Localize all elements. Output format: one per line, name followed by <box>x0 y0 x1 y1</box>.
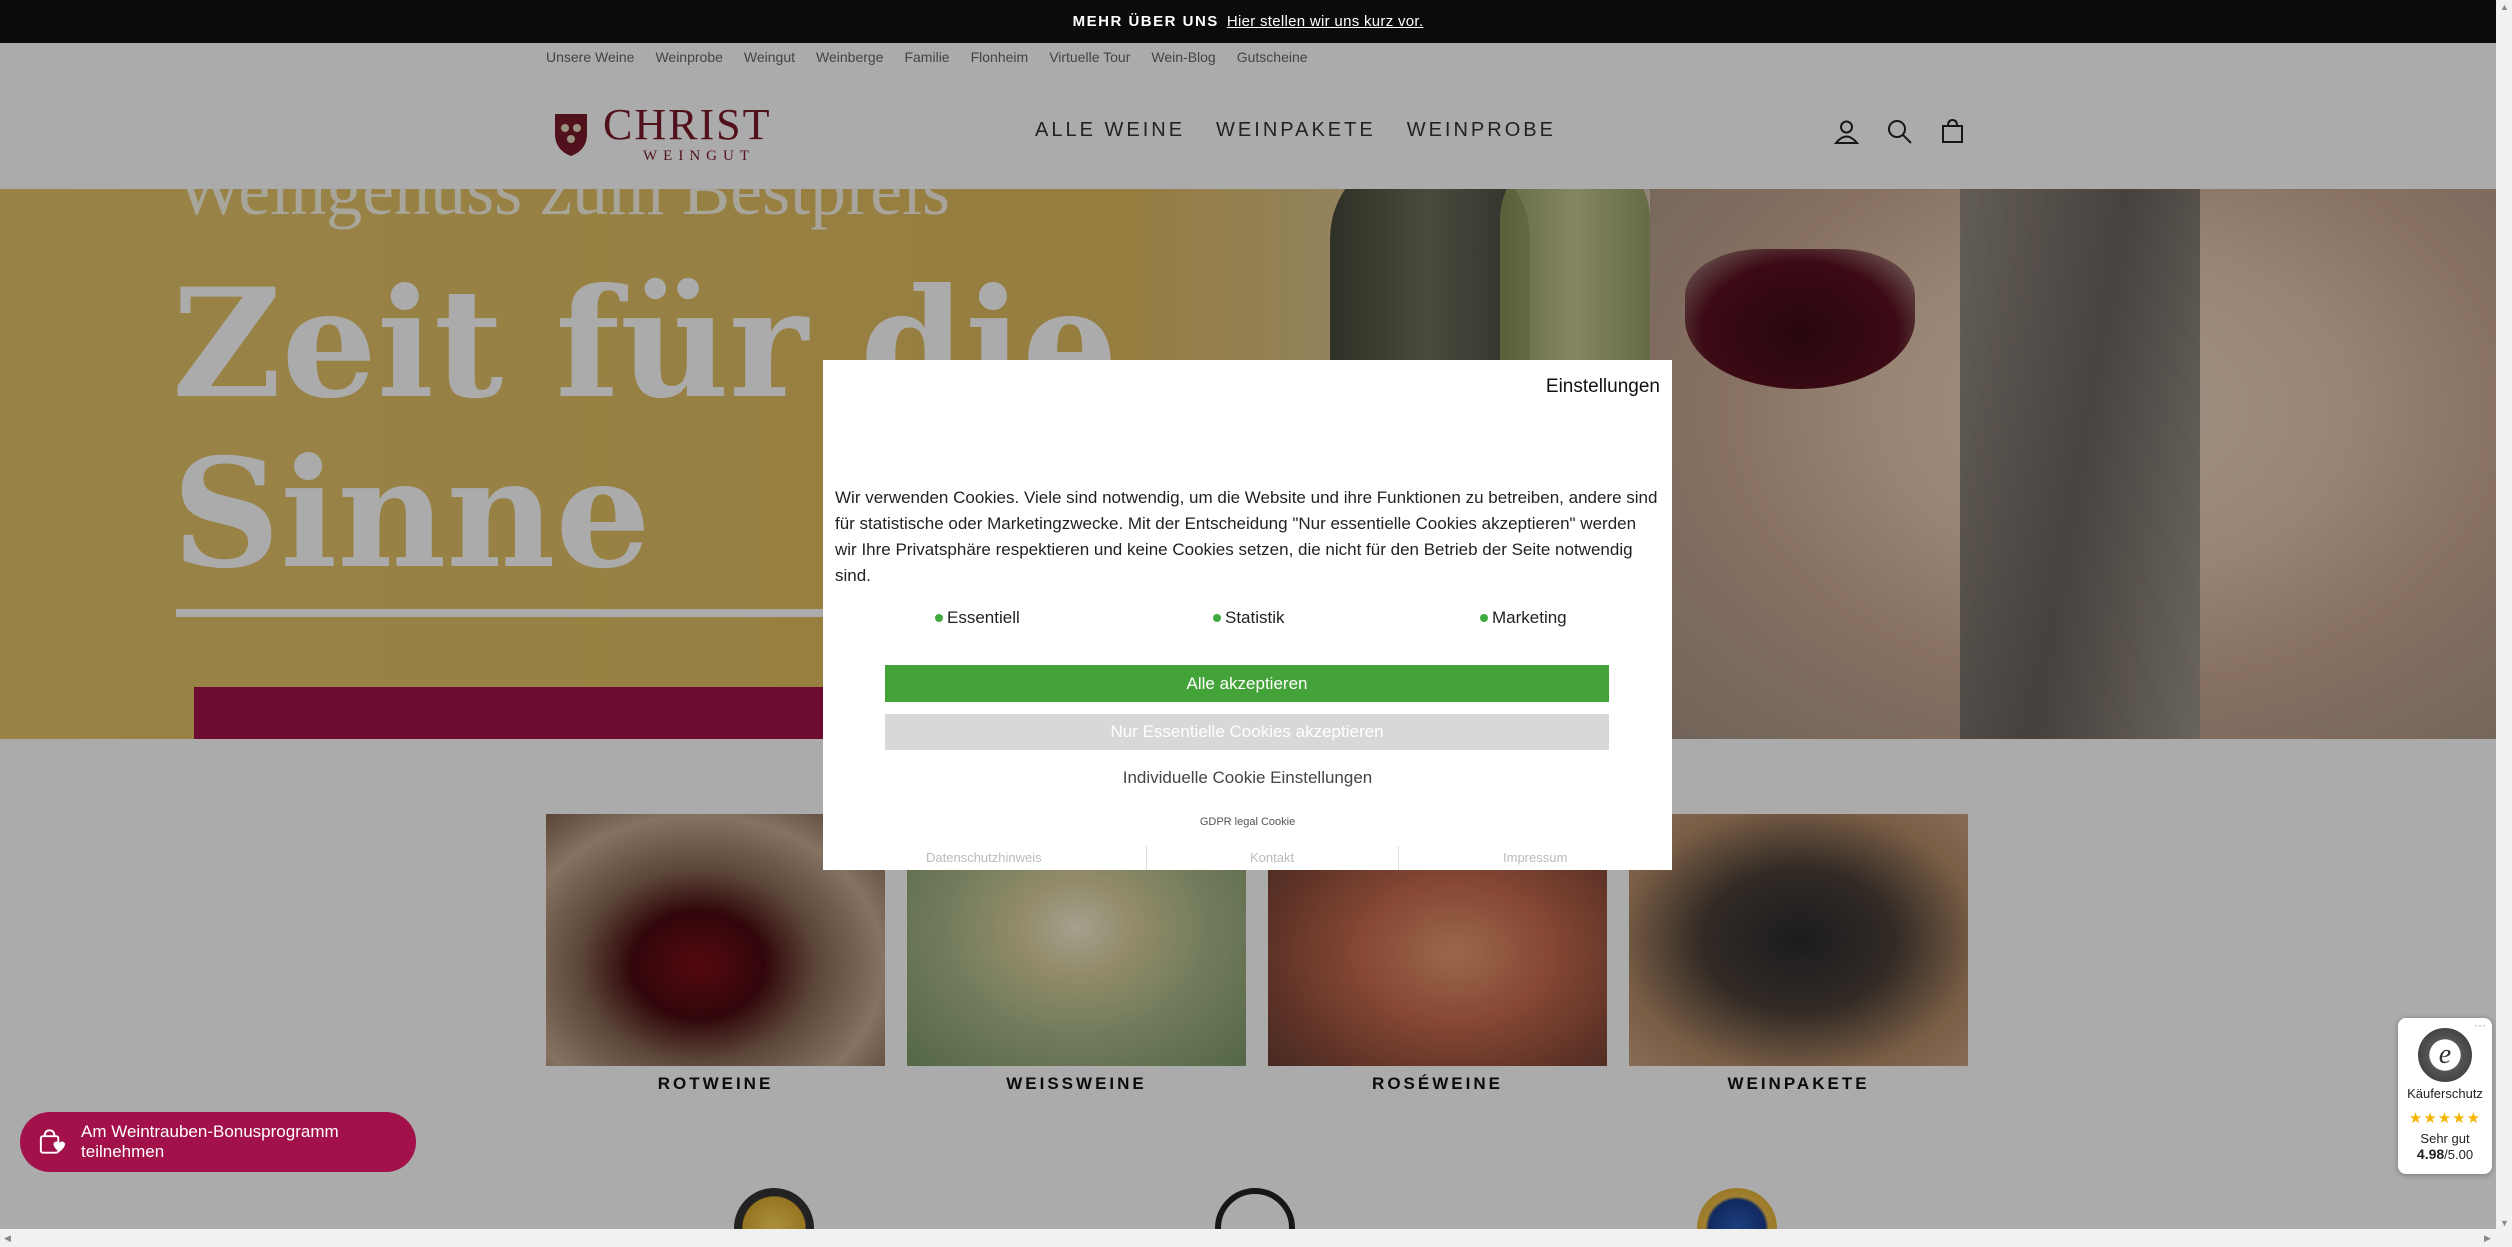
vertical-scrollbar[interactable]: ▲ ▼ <box>2496 0 2512 1247</box>
trusted-shops-label: Käuferschutz <box>2407 1086 2483 1101</box>
cookie-category-essentiell[interactable]: Essentiell <box>935 608 1020 628</box>
trusted-shops-widget[interactable]: ··· e Käuferschutz ★★★★★ Sehr gut 4.98/5… <box>2398 1018 2492 1174</box>
announcement-bar: MEHR ÜBER UNS Hier stellen wir uns kurz … <box>0 0 2496 43</box>
accept-all-button[interactable]: Alle akzeptieren <box>885 665 1609 702</box>
score-value: 4.98 <box>2416 1146 2445 1162</box>
contact-link[interactable]: Kontakt <box>1250 850 1294 865</box>
status-dot-icon <box>935 614 943 622</box>
gdpr-credit[interactable]: GDPR legal Cookie <box>823 816 1672 828</box>
trusted-shops-seal-icon: e <box>2418 1028 2472 1082</box>
horizontal-scrollbar[interactable]: ◀ ▶ <box>0 1229 2496 1247</box>
rating-text: Sehr gut <box>2420 1131 2470 1146</box>
score-max: /5.00 <box>2444 1147 2474 1162</box>
bonus-program-button[interactable]: Am Weintrauben-Bonusprogramm teilnehmen <box>20 1112 416 1172</box>
more-icon[interactable]: ··· <box>2474 1018 2486 1032</box>
link-divider <box>1398 846 1399 870</box>
cookie-category-label: Essentiell <box>947 608 1020 627</box>
imprint-link[interactable]: Impressum <box>1503 850 1567 865</box>
cookie-description: Wir verwenden Cookies. Viele sind notwen… <box>835 488 1658 585</box>
cookie-category-marketing[interactable]: Marketing <box>1480 608 1567 628</box>
announcement-link[interactable]: Hier stellen wir uns kurz vor. <box>1227 13 1424 30</box>
scroll-up-icon[interactable]: ▲ <box>2500 2 2509 12</box>
scroll-down-icon[interactable]: ▼ <box>2500 1218 2509 1228</box>
settings-link[interactable]: Einstellungen <box>1546 376 1660 398</box>
cookie-category-statistik[interactable]: Statistik <box>1213 608 1285 628</box>
cookie-categories: Essentiell Statistik Marketing <box>823 608 1672 632</box>
cookie-category-label: Statistik <box>1225 608 1285 627</box>
status-dot-icon <box>1213 614 1221 622</box>
cookie-category-label: Marketing <box>1492 608 1567 627</box>
rating-score: 4.98/5.00 <box>2398 1146 2492 1162</box>
privacy-link[interactable]: Datenschutzhinweis <box>926 850 1042 865</box>
scroll-left-icon[interactable]: ◀ <box>4 1233 11 1244</box>
modal-footer-links: Datenschutzhinweis Kontakt Impressum <box>823 846 1672 870</box>
scroll-right-icon[interactable]: ▶ <box>2484 1233 2491 1244</box>
individual-settings-link[interactable]: Individuelle Cookie Einstellungen <box>823 768 1672 788</box>
announcement-label: MEHR ÜBER UNS <box>1072 13 1219 30</box>
link-divider <box>1146 846 1147 870</box>
rating-stars: ★★★★★ <box>2408 1110 2482 1127</box>
cookie-consent-dialog: Einstellungen Wir verwenden Cookies. Vie… <box>823 360 1672 870</box>
bonus-program-label: Am Weintrauben-Bonusprogramm teilnehmen <box>81 1122 339 1161</box>
status-dot-icon <box>1480 614 1488 622</box>
accept-essential-button[interactable]: Nur Essentielle Cookies akzeptieren <box>885 714 1609 750</box>
shopping-bag-heart-icon <box>39 1129 66 1154</box>
